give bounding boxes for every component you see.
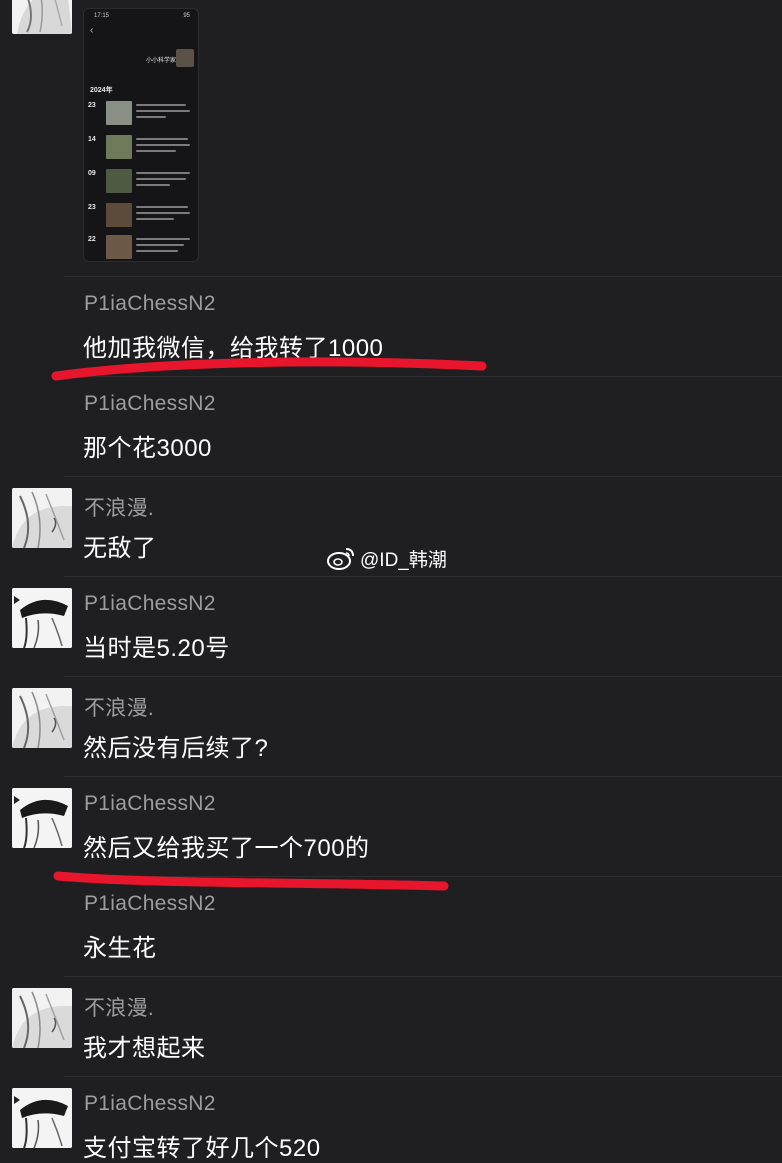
thumb-entry-day: 09 — [88, 170, 96, 177]
thumb-entry-day: 22 — [88, 236, 96, 243]
thumb-entry: 23 — [88, 203, 194, 231]
message-text: 无敌了 — [83, 535, 157, 562]
message-divider — [64, 676, 782, 677]
chat-message: 不浪漫. 然后没有后续了? — [0, 676, 782, 776]
thumb-entry: 23 — [88, 101, 194, 129]
message-text: 支付宝转了好几个520 — [83, 1135, 321, 1162]
message-divider — [64, 776, 782, 777]
chat-message: P1iaChessN2 永生花 — [0, 876, 782, 976]
message-sender[interactable]: P1iaChessN2 — [84, 392, 216, 416]
thumb-entry-image — [106, 169, 132, 193]
avatar-p1iachessn2[interactable] — [12, 788, 72, 848]
message-sender[interactable]: P1iaChessN2 — [84, 892, 216, 916]
back-icon: ‹ — [90, 25, 94, 36]
thumb-year: 2024年 — [90, 87, 113, 94]
avatar-p1iachessn2[interactable] — [12, 1088, 72, 1148]
watermark-text: @ID_韩潮 — [360, 549, 447, 571]
chat-message: P1iaChessN2 当时是5.20号 — [0, 576, 782, 676]
message-divider — [64, 576, 782, 577]
message-text: 我才想起来 — [83, 1035, 206, 1062]
message-sender[interactable]: P1iaChessN2 — [84, 292, 216, 316]
message-divider — [64, 876, 782, 877]
avatar-bulangman[interactable] — [12, 988, 72, 1048]
shared-screenshot-image[interactable]: 17:15 95 ‹ 小小科学家 2024年 23 14 09 23 22 — [83, 8, 199, 262]
thumb-time: 17:15 — [94, 13, 110, 19]
chat-log: 17:15 95 ‹ 小小科学家 2024年 23 14 09 23 22 P1… — [0, 0, 782, 1162]
thumb-entry: 22 — [88, 235, 194, 261]
weibo-icon — [327, 548, 354, 570]
message-sender[interactable]: P1iaChessN2 — [84, 792, 216, 816]
chat-message: P1iaChessN2 支付宝转了好几个520 — [0, 1076, 782, 1162]
message-divider — [64, 976, 782, 977]
message-divider — [64, 476, 782, 477]
thumb-entry-image — [106, 135, 132, 159]
chat-message: P1iaChessN2 然后又给我买了一个700的 — [0, 776, 782, 876]
thumb-entry-image — [106, 101, 132, 125]
weibo-watermark: @ID_韩潮 — [326, 544, 447, 572]
avatar-p1iachessn2[interactable] — [12, 588, 72, 648]
thumb-profile-name: 小小科学家 — [146, 58, 177, 64]
thumb-entry-image — [106, 203, 132, 227]
message-text: 他加我微信，给我转了1000 — [83, 335, 384, 362]
avatar-bulangman[interactable] — [12, 488, 72, 548]
thumb-entry-image — [106, 235, 132, 259]
message-divider — [64, 1076, 782, 1077]
message-sender[interactable]: 不浪漫. — [84, 692, 154, 722]
chat-message: 17:15 95 ‹ 小小科学家 2024年 23 14 09 23 22 — [0, 0, 782, 276]
thumb-entry: 14 — [88, 135, 194, 163]
message-text: 然后没有后续了? — [83, 735, 269, 762]
thumb-battery: 95 — [183, 13, 190, 19]
message-sender[interactable]: P1iaChessN2 — [84, 1092, 216, 1116]
message-text: 然后又给我买了一个700的 — [83, 835, 370, 862]
thumb-entry-day: 23 — [88, 204, 96, 211]
thumb-profile-picture — [176, 49, 194, 67]
thumb-entry: 09 — [88, 169, 194, 197]
thumb-entry-day: 14 — [88, 136, 96, 143]
chat-message: P1iaChessN2 那个花3000 — [0, 376, 782, 476]
chat-message: P1iaChessN2 他加我微信，给我转了1000 — [0, 276, 782, 376]
message-sender[interactable]: 不浪漫. — [84, 992, 154, 1022]
avatar-bulangman[interactable] — [12, 0, 72, 34]
message-text: 那个花3000 — [83, 435, 212, 462]
message-divider — [64, 376, 782, 377]
message-text: 当时是5.20号 — [83, 635, 230, 662]
message-sender[interactable]: P1iaChessN2 — [84, 592, 216, 616]
avatar-bulangman[interactable] — [12, 688, 72, 748]
chat-message: 不浪漫. 我才想起来 — [0, 976, 782, 1076]
message-text: 永生花 — [83, 935, 157, 962]
message-sender[interactable]: 不浪漫. — [84, 492, 154, 522]
message-divider — [64, 276, 782, 277]
thumb-entry-day: 23 — [88, 102, 96, 109]
